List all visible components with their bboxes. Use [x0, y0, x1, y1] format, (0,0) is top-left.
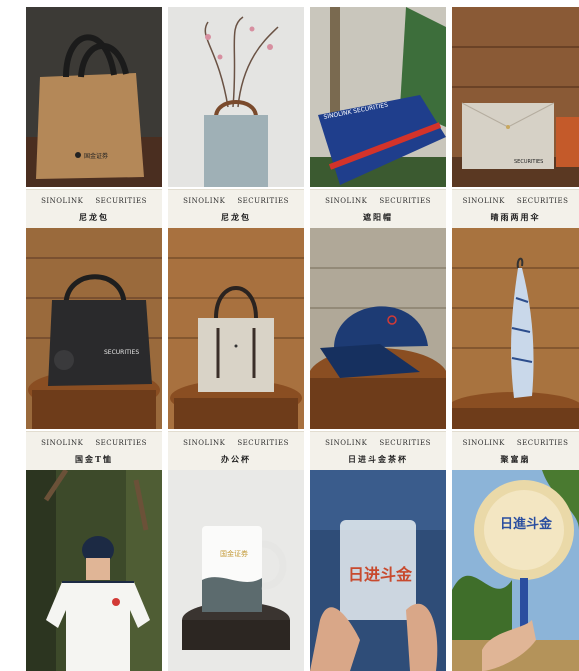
product-name: 办公杯 [221, 454, 251, 464]
product-label: SINOLINK SECURITIES 尼龙包 [168, 189, 304, 229]
product-label: SINOLINK SECURITIES 遮阳帽 [310, 189, 446, 229]
fan-image: 日進斗金 [452, 470, 579, 671]
card-umbrella: SINOLINK SECURITIES 晴雨两用伞 [452, 189, 579, 429]
brand-line: SINOLINK SECURITIES [183, 439, 289, 447]
card-tshirt: SINOLINK SECURITIES 国金T恤 [26, 431, 162, 671]
card-sun-cap: SINOLINK SECURITIES 遮阳帽 [310, 189, 446, 429]
brand-line: SINOLINK SECURITIES [41, 197, 147, 205]
cork-tote-logo: 国金证券 [84, 152, 108, 160]
card-nylon-bag-black: SINOLINK SECURITIES 尼龙包 SECURITIES [26, 189, 162, 429]
brand-line: SINOLINK SECURITIES [462, 439, 569, 447]
office-cup-image: 国金证券 [168, 470, 304, 671]
photo-document-bag: SECURITIES [452, 7, 579, 187]
product-label: SINOLINK SECURITIES 尼龙包 [26, 189, 162, 229]
nylon-bag-logo: SECURITIES [104, 349, 139, 356]
flag-image: SINOLINK SECURITIES [310, 7, 446, 187]
photo-felt-bag [168, 7, 304, 187]
product-photo-grid: 国金证券 SINOLINK SECURITIES SECURITIES SINO… [26, 7, 579, 671]
photo-flag: SINOLINK SECURITIES [310, 7, 446, 187]
felt-bag-image [168, 7, 304, 187]
product-name: 尼龙包 [79, 212, 109, 222]
nylon-bag-white-image [168, 228, 304, 429]
product-name: 晴雨两用伞 [490, 212, 541, 222]
fan-logo: 日進斗金 [500, 516, 553, 532]
nylon-bag-black-image: SECURITIES [26, 228, 162, 429]
product-label: SINOLINK SECURITIES 办公杯 [168, 431, 304, 471]
product-name: 尼龙包 [221, 212, 251, 222]
product-label: SINOLINK SECURITIES 日进斗金茶杯 [310, 431, 446, 471]
tea-cup-logo: 日进斗金 [348, 565, 413, 584]
tea-cup-image: 日进斗金 [310, 470, 446, 671]
card-fan: SINOLINK SECURITIES 聚富扇 日進斗金 [452, 431, 579, 671]
office-cup-logo: 国金证券 [220, 549, 248, 558]
product-name: 国金T恤 [75, 454, 113, 464]
brand-line: SINOLINK SECURITIES [462, 197, 569, 205]
photo-cork-tote: 国金证券 [26, 7, 162, 187]
card-office-cup: SINOLINK SECURITIES 办公杯 国金证券 [168, 431, 304, 671]
product-name: 遮阳帽 [363, 212, 393, 222]
tshirt-image [26, 470, 162, 671]
sun-cap-image [310, 228, 446, 429]
cork-tote-image: 国金证券 [26, 7, 162, 187]
product-label: SINOLINK SECURITIES 聚富扇 [452, 431, 579, 471]
brand-line: SINOLINK SECURITIES [325, 197, 431, 205]
brand-line: SINOLINK SECURITIES [183, 197, 289, 205]
umbrella-image [452, 228, 579, 429]
product-label: SINOLINK SECURITIES 国金T恤 [26, 431, 162, 471]
product-name: 日进斗金茶杯 [348, 454, 408, 464]
brand-line: SINOLINK SECURITIES [41, 439, 147, 447]
product-label: SINOLINK SECURITIES 晴雨两用伞 [452, 189, 579, 229]
card-tea-cup: SINOLINK SECURITIES 日进斗金茶杯 日进斗金 [310, 431, 446, 671]
document-bag-image: SECURITIES [452, 7, 579, 187]
brand-line: SINOLINK SECURITIES [325, 439, 431, 447]
card-nylon-bag-white: SINOLINK SECURITIES 尼龙包 [168, 189, 304, 429]
document-bag-logo: SECURITIES [514, 159, 543, 165]
product-name: 聚富扇 [500, 454, 531, 464]
